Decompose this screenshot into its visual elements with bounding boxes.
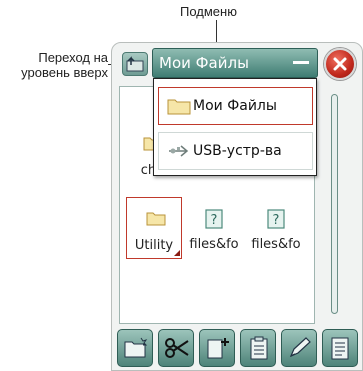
window-title: Мои Файлы (159, 54, 249, 72)
go-up-callout-line2: уровень вверх (21, 65, 108, 80)
pencil-icon (289, 337, 311, 358)
close-button[interactable] (324, 48, 356, 80)
location-submenu: Мои Файлы USB-устр-ва (153, 78, 317, 176)
file-item-selected[interactable]: Utility (126, 197, 182, 259)
bottom-toolbar (117, 329, 361, 369)
scrollbar-thumb[interactable] (331, 94, 338, 314)
new-folder-button[interactable] (117, 329, 153, 367)
properties-button[interactable] (322, 329, 358, 367)
file-item-label: files&fo (251, 237, 301, 252)
submenu-item-label: USB-устр-ва (193, 143, 282, 159)
svg-text:?: ? (211, 213, 218, 228)
cut-icon (165, 338, 189, 358)
file-item-label: files&fo (189, 237, 239, 252)
document-icon (331, 337, 349, 360)
minimize-icon (293, 61, 309, 64)
rename-button[interactable] (281, 329, 317, 367)
scrollbar[interactable] (322, 88, 348, 324)
paste-new-button[interactable] (199, 329, 235, 367)
submenu-callout: Подменю (180, 4, 237, 19)
usb-icon (169, 145, 189, 157)
clipboard-icon (250, 336, 268, 360)
file-item-label: Utility (134, 238, 174, 253)
svg-text:?: ? (273, 213, 280, 228)
clipboard-button[interactable] (240, 329, 276, 367)
window-title-bar: Мои Файлы (152, 48, 318, 78)
folder-icon (167, 99, 191, 115)
paste-new-icon (207, 338, 229, 359)
cut-button[interactable] (158, 329, 194, 367)
file-item[interactable]: ? files&fo (186, 197, 242, 259)
submenu-item-usb-devices[interactable]: USB-устр-ва (158, 132, 313, 170)
submenu-item-label: Мои Файлы (193, 98, 277, 114)
new-folder-icon (124, 337, 148, 358)
file-item[interactable]: ? files&fo (248, 197, 304, 259)
go-up-button[interactable] (122, 52, 148, 76)
context-menu-indicator (174, 250, 180, 256)
go-up-callout: Переход на уровень вверх (0, 50, 108, 80)
unknown-file-icon: ? (205, 209, 223, 229)
submenu-item-my-files[interactable]: Мои Файлы (158, 87, 313, 125)
folder-icon (146, 212, 166, 226)
go-up-callout-line1: Переход на (38, 50, 108, 65)
folder-up-icon (126, 56, 144, 72)
unknown-file-icon: ? (267, 209, 285, 229)
close-icon (333, 57, 347, 71)
minimize-button[interactable] (293, 55, 309, 69)
